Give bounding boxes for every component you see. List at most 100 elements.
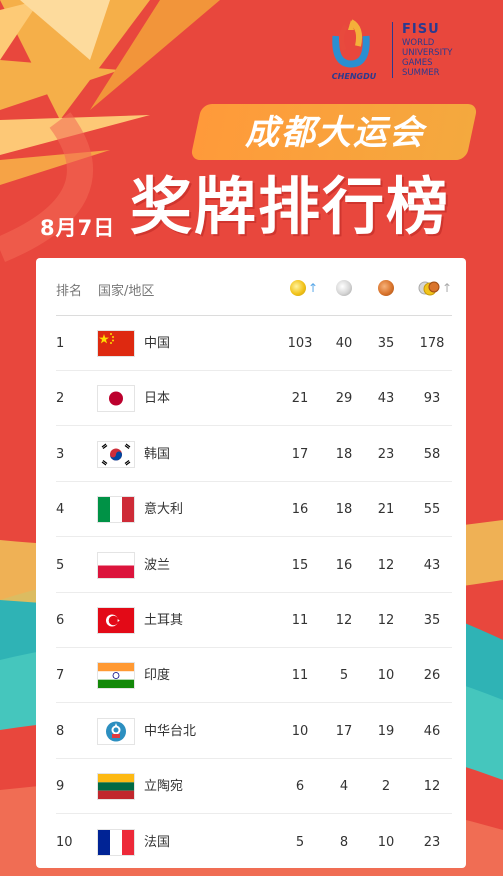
total-count: 12 [423,779,441,795]
silver-count: 8 [339,834,349,850]
rank-cell: 5 [56,557,65,573]
table-row[interactable]: 10 法国 5 8 10 23 [36,815,466,870]
country-name: 日本 [144,391,171,407]
silver-count: 18 [335,446,353,462]
logo-line: SUMMER [402,68,440,78]
bronze-count: 10 [377,834,395,850]
table-row[interactable]: 2 日本 21 29 43 93 [36,371,466,427]
gold-count: 10 [291,723,309,739]
silver-count: 12 [335,613,353,628]
bronze-count: 19 [377,723,395,739]
korea-flag-icon [98,441,134,467]
silver-count: 5 [339,668,349,684]
gold-count: 16 [291,502,309,518]
gold-count: 103 [287,336,313,351]
table-row[interactable]: 1 中国 103 40 35 178 [36,316,466,371]
rank-cell: 4 [56,502,65,518]
table-row[interactable]: 4 意大利 16 18 21 55 [36,482,466,538]
country-name: 意大利 [144,502,184,518]
silver-count: 40 [335,336,353,351]
bronze-count: 43 [377,391,395,407]
logo-line: GAMES [402,58,433,68]
rank-cell: 7 [56,668,65,684]
country-name: 韩国 [144,446,171,462]
logo-line: WORLD [402,38,435,48]
total-count: 178 [419,336,445,351]
china-flag-icon [98,331,134,356]
logo-games-text: WORLD UNIVERSITY GAMES SUMMER [402,38,452,78]
medal-table: 排名 国家/地区 ↑ ↑ 1 中国 103 40 35 178 2 日本 21 29 43 93 3 韩国… [36,258,466,868]
gold-medal-icon [290,280,306,296]
bronze-count: 21 [377,502,395,518]
silver-count: 17 [335,723,353,739]
silver-count: 4 [339,779,349,795]
bronze-count: 10 [377,668,395,684]
table-header: 排名 国家/地区 ↑ ↑ [36,258,466,316]
logo-line: UNIVERSITY [402,48,453,58]
gold-count: 11 [291,613,309,628]
silver-count: 29 [335,391,353,407]
table-row[interactable]: 9 立陶宛 6 4 2 12 [36,759,466,815]
sort-arrow-icon: ↑ [308,281,319,295]
bronze-count: 12 [377,613,395,628]
header-silver[interactable] [336,280,352,296]
silver-medal-icon [336,280,352,296]
bronze-count: 2 [381,779,391,795]
table-row[interactable]: 6 土耳其 11 12 12 35 [36,593,466,648]
sort-arrow-icon: ↑ [442,281,453,295]
table-row[interactable]: 8 中华台北 10 17 19 46 [36,704,466,759]
table-row[interactable]: 3 韩国 17 18 23 58 [36,427,466,482]
total-count: 93 [423,391,441,407]
date-label: 8月7日 [40,216,116,240]
rank-cell: 1 [56,336,65,351]
total-count: 46 [423,723,441,739]
india-flag-icon [98,663,134,689]
rank-cell: 2 [56,391,65,407]
bronze-count: 35 [377,336,395,351]
table-row[interactable]: 7 印度 11 5 10 26 [36,648,466,704]
rank-cell: 9 [56,779,65,795]
universiade-logo: CHENGDU FISU WORLD UNIVERSITY GAMES SUMM… [326,16,496,86]
gold-count: 11 [291,668,309,684]
header-gold-sort[interactable]: ↑ [290,280,318,296]
gold-count: 21 [291,391,309,407]
bronze-count: 23 [377,446,395,462]
country-name: 中华台北 [144,723,197,739]
gold-count: 17 [291,446,309,462]
total-count: 23 [423,834,441,850]
bronze-medal-icon [378,280,394,296]
japan-flag-icon [98,386,134,412]
gold-count: 5 [295,834,305,850]
medals-total-icon [418,281,440,296]
chengdu-emblem-icon [332,19,370,68]
italy-flag-icon [98,497,134,523]
table-row[interactable]: 5 波兰 15 16 12 43 [36,538,466,593]
country-name: 波兰 [144,557,171,573]
poland-flag-icon [98,552,134,578]
page-title: 奖牌排行榜 [130,170,451,243]
header-country[interactable]: 国家/地区 [98,280,154,299]
rank-cell: 8 [56,723,65,739]
rank-cell: 3 [56,446,65,462]
silver-count: 16 [335,557,353,573]
header-total-sort[interactable]: ↑ [418,280,452,296]
lithuania-flag-icon [98,774,134,800]
country-name: 印度 [144,668,171,684]
bronze-count: 12 [377,557,395,573]
logo-fisu-text: FISU [402,22,440,37]
country-name: 法国 [144,834,171,850]
total-count: 26 [423,668,441,684]
banner-title: 成都大运会 [245,113,425,153]
header-bronze[interactable] [378,280,394,296]
rank-cell: 6 [56,613,65,628]
silver-count: 18 [335,502,353,518]
total-count: 43 [423,557,441,573]
header-rank[interactable]: 排名 [56,280,82,299]
france-flag-icon [98,829,134,855]
country-name: 中国 [144,336,171,351]
gold-count: 15 [291,557,309,573]
rank-cell: 10 [56,834,73,850]
chinese-taipei-flag-icon [98,718,134,744]
total-count: 55 [423,502,441,518]
country-name: 土耳其 [144,613,184,628]
